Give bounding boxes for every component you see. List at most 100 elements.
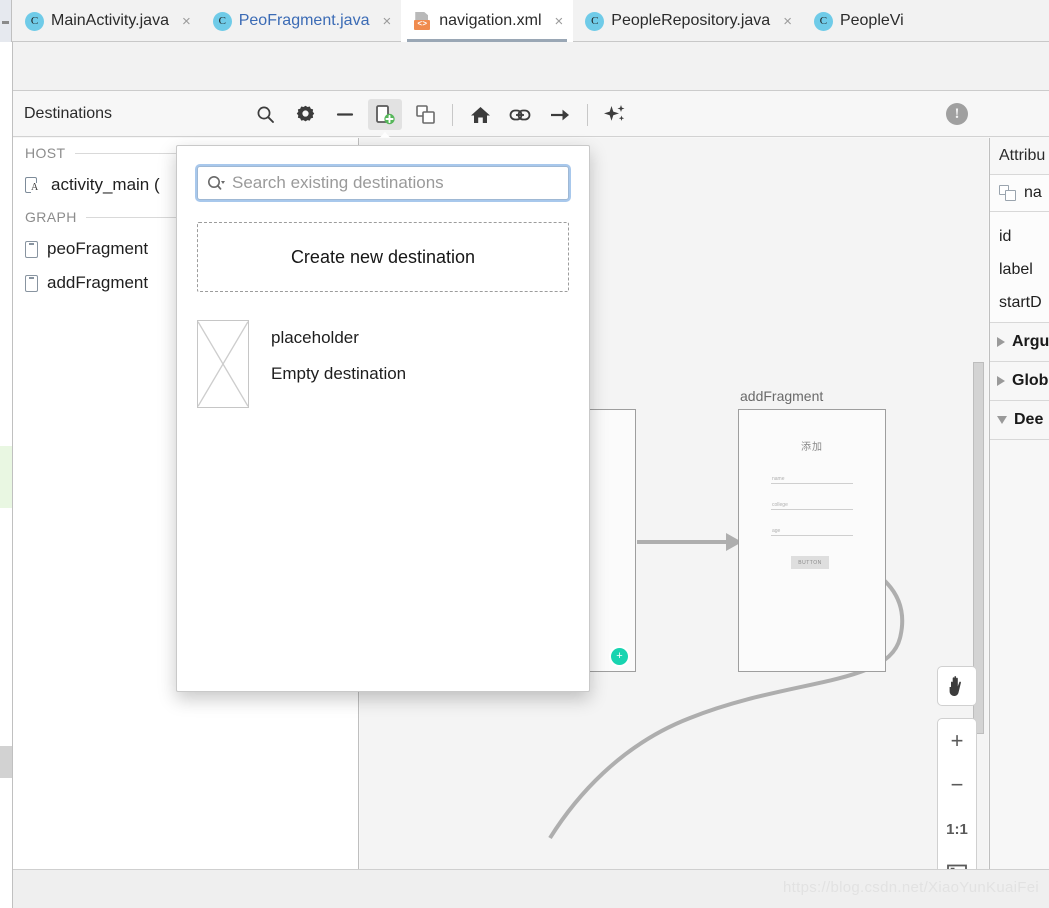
link-icon bbox=[509, 109, 531, 120]
tab-label: PeoFragment.java bbox=[238, 12, 370, 29]
section-label: Dee bbox=[1014, 411, 1044, 428]
fragment-label-addfragment: addFragment bbox=[740, 388, 824, 404]
section-label: Glob bbox=[1012, 372, 1049, 389]
toolbar-actions bbox=[245, 92, 635, 137]
fragment-icon bbox=[25, 274, 38, 292]
toolbar-separator bbox=[452, 103, 453, 126]
tab-label: PeopleRepository.java bbox=[611, 12, 771, 29]
attributes-panel: Attribu na id label startD Argu Glob Dee bbox=[989, 138, 1049, 908]
chevron-right-icon bbox=[997, 337, 1005, 347]
new-nested-graph-button[interactable] bbox=[408, 99, 442, 130]
editor-left-gutter bbox=[0, 42, 13, 908]
attribute-row-label[interactable]: label bbox=[990, 253, 1049, 286]
destination-option-texts: placeholder Empty destination bbox=[271, 320, 406, 384]
panel-title: Destinations bbox=[24, 105, 113, 122]
attributes-panel-title: Attribu bbox=[990, 138, 1049, 175]
java-class-icon: C bbox=[25, 11, 44, 31]
search-destinations-box[interactable] bbox=[197, 166, 569, 200]
add-action-button[interactable] bbox=[503, 99, 537, 130]
preview-title: 添加 bbox=[801, 442, 823, 453]
watermark-text: https://blog.csdn.net/XiaoYunKuaiFei bbox=[783, 879, 1039, 896]
destination-label: activity_main ( bbox=[51, 175, 160, 194]
remove-destination-button[interactable] bbox=[328, 99, 362, 130]
new-destination-popup: Create new destination placeholder Empty… bbox=[176, 145, 590, 692]
tab-close-icon[interactable]: × bbox=[783, 14, 792, 29]
activity-icon: A bbox=[25, 176, 42, 195]
gutter-marker bbox=[2, 21, 9, 24]
attribute-row-id[interactable]: id bbox=[990, 220, 1049, 253]
destination-option-placeholder[interactable]: placeholder Empty destination bbox=[197, 320, 569, 408]
search-icon bbox=[257, 106, 274, 123]
new-destination-icon bbox=[376, 104, 395, 124]
section-label: GRAPH bbox=[25, 209, 77, 225]
zoom-out-button[interactable]: − bbox=[937, 763, 977, 807]
java-class-icon: C bbox=[585, 11, 605, 31]
minus-icon bbox=[336, 113, 354, 116]
editor-footer: https://blog.csdn.net/XiaoYunKuaiFei bbox=[13, 869, 1049, 908]
zoom-actual-size-button[interactable]: 1:1 bbox=[937, 807, 977, 851]
sparkle-icon bbox=[604, 105, 625, 121]
tab-close-icon[interactable]: × bbox=[182, 14, 191, 29]
destination-label: peoFragment bbox=[47, 239, 149, 258]
preview-field-name: name bbox=[771, 472, 853, 484]
search-input[interactable] bbox=[232, 173, 559, 193]
fragment-node-addfragment[interactable]: 添加 name college age BUTTON bbox=[738, 409, 886, 672]
settings-button[interactable] bbox=[288, 99, 322, 130]
tab-label: navigation.xml bbox=[439, 12, 542, 29]
activity-letter: A bbox=[31, 181, 39, 193]
section-label: Argu bbox=[1012, 333, 1049, 350]
preview-button: BUTTON bbox=[791, 556, 829, 569]
gear-icon bbox=[296, 105, 314, 122]
hand-icon bbox=[949, 676, 961, 696]
search-button[interactable] bbox=[248, 99, 282, 130]
attributes-section-deep-links[interactable]: Dee bbox=[990, 401, 1049, 440]
attribute-row-startdestination[interactable]: startD bbox=[990, 286, 1049, 319]
tab-peoplerepository-java[interactable]: C PeopleRepository.java × bbox=[573, 0, 802, 42]
tab-label: MainActivity.java bbox=[51, 12, 169, 29]
graph-rect-front bbox=[1005, 189, 1016, 201]
xml-resource-icon: <> bbox=[413, 11, 432, 31]
create-new-destination-button[interactable]: Create new destination bbox=[197, 222, 569, 292]
tab-close-icon[interactable]: × bbox=[382, 14, 391, 29]
tab-navigation-xml[interactable]: <> navigation.xml × bbox=[401, 0, 574, 42]
destination-option-title: placeholder bbox=[271, 328, 359, 347]
popup-search-area bbox=[177, 146, 589, 200]
preview-field-label: name bbox=[772, 476, 785, 482]
chevron-down-icon bbox=[997, 416, 1007, 424]
selected-component-label: na bbox=[1024, 184, 1042, 201]
preview-field-label: age bbox=[772, 528, 781, 534]
tab-peofragment-java[interactable]: C PeoFragment.java × bbox=[201, 0, 402, 42]
android-studio-navigation-editor: C MainActivity.java × C PeoFragment.java… bbox=[0, 0, 1049, 908]
warning-icon: ! bbox=[946, 103, 968, 125]
editor-tabs: C MainActivity.java × C PeoFragment.java… bbox=[13, 0, 914, 42]
preview-field-age: age bbox=[771, 524, 853, 536]
editor-tab-bar: C MainActivity.java × C PeoFragment.java… bbox=[0, 0, 1049, 42]
section-label: HOST bbox=[25, 145, 66, 161]
issue-notification-button[interactable]: ! bbox=[946, 103, 968, 125]
new-destination-button[interactable] bbox=[368, 99, 402, 130]
tab-peoplevi-java[interactable]: C PeopleVi bbox=[802, 0, 914, 42]
connection-handle[interactable] bbox=[611, 647, 628, 665]
zoom-in-button[interactable]: + bbox=[937, 719, 977, 763]
create-new-destination-label: Create new destination bbox=[290, 246, 476, 267]
set-start-destination-button[interactable] bbox=[463, 99, 497, 130]
toolbar-separator bbox=[587, 103, 588, 126]
pan-tool-button[interactable] bbox=[937, 666, 977, 706]
attribute-fields: id label startD bbox=[990, 212, 1049, 323]
tab-bar-left-gutter bbox=[0, 0, 12, 42]
attributes-selected-component[interactable]: na bbox=[990, 175, 1049, 212]
add-deep-link-button[interactable] bbox=[543, 99, 577, 130]
preview-field-college: college bbox=[771, 498, 853, 510]
auto-arrange-button[interactable] bbox=[598, 99, 632, 130]
tab-close-icon[interactable]: × bbox=[555, 14, 564, 29]
destination-option-subtitle: Empty destination bbox=[271, 364, 407, 383]
attributes-section-arguments[interactable]: Argu bbox=[990, 323, 1049, 362]
destination-label: addFragment bbox=[47, 273, 149, 292]
java-class-icon: C bbox=[813, 11, 833, 31]
tab-mainactivity-java[interactable]: C MainActivity.java × bbox=[13, 0, 201, 42]
nested-graph-icon bbox=[999, 184, 1017, 202]
crossed-rect-thumbnail bbox=[197, 320, 249, 408]
navigation-toolbar: Destinations ! bbox=[13, 92, 1049, 137]
attributes-section-global-actions[interactable]: Glob bbox=[990, 362, 1049, 401]
editor-top-strip bbox=[13, 42, 1049, 91]
